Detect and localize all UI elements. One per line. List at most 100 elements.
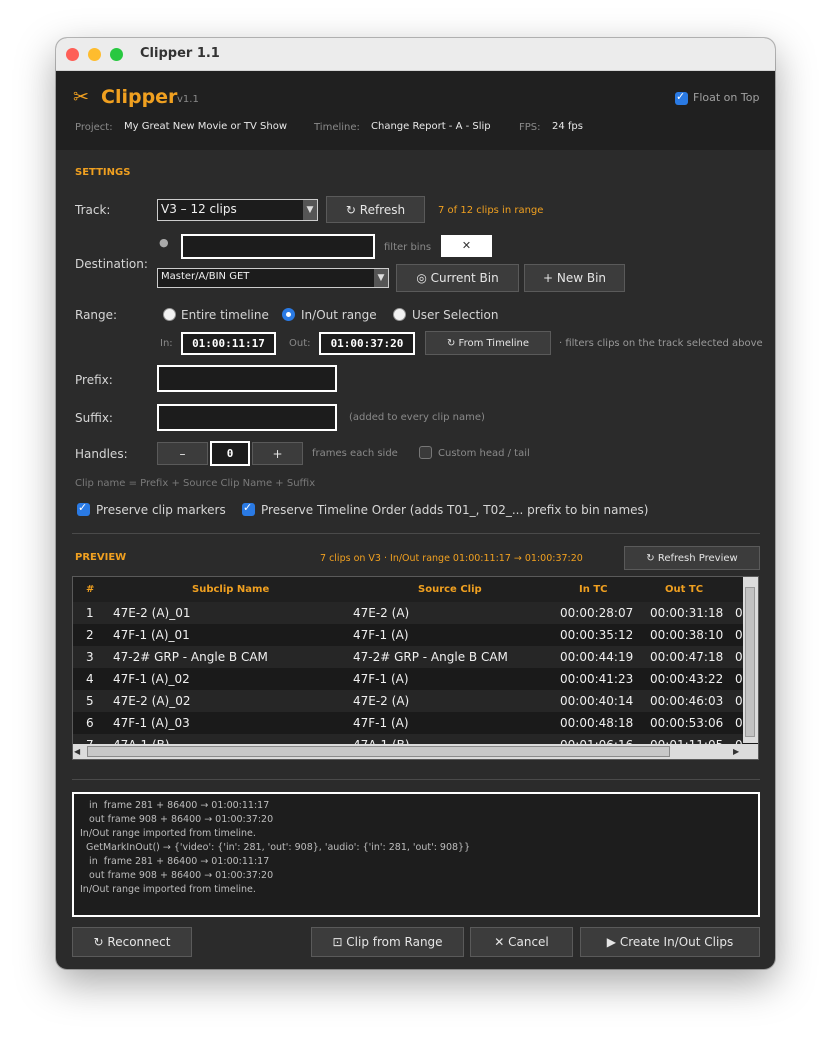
cell-subclip-name: 47F-1 (A)_02 bbox=[113, 672, 190, 686]
out-label: Out: bbox=[289, 338, 311, 349]
table-row[interactable]: 4 47F-1 (A)_02 47F-1 (A) 00:00:41:23 00:00:4… bbox=[73, 668, 743, 690]
create-inout-clips-button[interactable]: ▶ Create In/Out Clips bbox=[580, 927, 760, 957]
app-header: ✂ Clipper v1.1 Float on Top Project: My … bbox=[56, 71, 775, 150]
out-timecode-field[interactable]: 01:00:37:20 bbox=[319, 332, 415, 355]
preserve-markers-label: Preserve clip markers bbox=[96, 503, 226, 517]
column-header-out-tc[interactable]: Out TC bbox=[665, 577, 703, 602]
cell-in-tc: 00:00:48:18 bbox=[560, 716, 634, 730]
handles-value-field[interactable]: 0 bbox=[210, 441, 250, 466]
window-title: Clipper 1.1 bbox=[140, 46, 220, 61]
settings-section-title: SETTINGS bbox=[75, 167, 131, 178]
preview-summary: 7 clips on V3 · In/Out range 01:00:11:17… bbox=[320, 553, 583, 564]
preserve-order-checkbox[interactable] bbox=[242, 501, 255, 516]
column-header-in-tc[interactable]: In TC bbox=[579, 577, 607, 602]
cell-number: 2 bbox=[86, 628, 94, 642]
handles-hint: frames each side bbox=[312, 448, 398, 459]
timeline-value: Change Report - A - Slip bbox=[371, 121, 491, 132]
prefix-input[interactable] bbox=[157, 365, 337, 392]
cell-out-tc: 00:00:31:18 bbox=[650, 606, 724, 620]
handles-increment-button[interactable]: + bbox=[252, 442, 303, 465]
range-user-selection-radio[interactable] bbox=[393, 308, 406, 321]
cancel-button[interactable]: ✕ Cancel bbox=[470, 927, 573, 957]
cell-duration: 0 bbox=[735, 716, 743, 730]
column-header-source[interactable]: Source Clip bbox=[418, 577, 482, 602]
cell-out-tc: 00:00:43:22 bbox=[650, 672, 724, 686]
log-line: out frame 908 + 86400 → 01:00:37:20 bbox=[80, 814, 274, 825]
preserve-order-label: Preserve Timeline Order (adds T01_, T02_… bbox=[261, 503, 649, 517]
log-line: in frame 281 + 86400 → 01:00:11:17 bbox=[80, 800, 270, 811]
column-header-number[interactable]: # bbox=[86, 577, 94, 602]
close-window-button[interactable] bbox=[66, 48, 79, 61]
filter-bins-input[interactable] bbox=[181, 234, 375, 259]
custom-head-tail-checkbox[interactable] bbox=[419, 446, 432, 459]
zoom-window-button[interactable] bbox=[110, 48, 123, 61]
vertical-scroll-thumb[interactable] bbox=[745, 587, 755, 737]
cell-out-tc: 00:00:53:06 bbox=[650, 716, 724, 730]
preserve-markers-checkbox[interactable] bbox=[77, 501, 90, 516]
range-inout-radio[interactable] bbox=[282, 308, 295, 321]
clear-filter-button[interactable]: ✕ bbox=[441, 235, 492, 257]
log-line: In/Out range imported from timeline. bbox=[80, 884, 256, 895]
table-row[interactable]: 1 47E-2 (A)_01 47E-2 (A) 00:00:28:07 00:00:3… bbox=[73, 602, 743, 624]
reconnect-button[interactable]: ↻ Reconnect bbox=[72, 927, 192, 957]
refresh-preview-button[interactable]: ↻ Refresh Preview bbox=[624, 546, 760, 570]
log-line: GetMarkInOut() → {'video': {'in': 281, '… bbox=[80, 842, 471, 853]
in-timecode-field[interactable]: 01:00:11:17 bbox=[181, 332, 276, 355]
column-header-subclip[interactable]: Subclip Name bbox=[192, 577, 269, 602]
cell-subclip-name: 47E-2 (A)_01 bbox=[113, 606, 191, 620]
cell-number: 6 bbox=[86, 716, 94, 730]
clipper-window: Clipper 1.1 ✂ Clipper v1.1 Float on Top … bbox=[56, 38, 775, 969]
cell-duration: 0 bbox=[735, 650, 743, 664]
from-timeline-button[interactable]: ↻ From Timeline bbox=[425, 331, 551, 355]
project-value: My Great New Movie or TV Show bbox=[124, 121, 288, 132]
table-row[interactable]: 2 47F-1 (A)_01 47F-1 (A) 00:00:35:12 00:00:3… bbox=[73, 624, 743, 646]
cell-subclip-name: 47F-1 (A)_01 bbox=[113, 628, 190, 642]
preview-section-title: PREVIEW bbox=[75, 552, 127, 563]
cell-number: 4 bbox=[86, 672, 94, 686]
cell-duration: 0 bbox=[735, 606, 743, 620]
chevron-down-icon[interactable]: ▼ bbox=[303, 200, 317, 220]
new-bin-button[interactable]: + New Bin bbox=[524, 264, 625, 292]
in-label: In: bbox=[160, 338, 173, 349]
minimize-window-button[interactable] bbox=[88, 48, 101, 61]
cell-source-clip: 47E-2 (A) bbox=[353, 606, 410, 620]
handles-decrement-button[interactable]: – bbox=[157, 442, 208, 465]
clip-from-range-button[interactable]: ⊡ Clip from Range bbox=[311, 927, 464, 957]
cell-source-clip: 47E-2 (A) bbox=[353, 694, 410, 708]
bin-select[interactable]: Master/A/BIN GET bbox=[157, 268, 389, 288]
float-on-top-checkbox[interactable] bbox=[675, 90, 688, 105]
app-name: Clipper bbox=[101, 86, 178, 108]
range-inout-label: In/Out range bbox=[301, 308, 377, 322]
scissors-icon: ✂ bbox=[73, 86, 89, 108]
chevron-down-icon[interactable]: ▼ bbox=[374, 269, 388, 287]
cell-out-tc: 00:00:47:18 bbox=[650, 650, 724, 664]
track-select[interactable]: V3 – 12 clips bbox=[157, 199, 318, 221]
clips-in-range-status: 7 of 12 clips in range bbox=[438, 205, 544, 216]
range-entire-radio[interactable] bbox=[163, 308, 176, 321]
filter-bins-hint: filter bins bbox=[384, 242, 432, 253]
scroll-right-icon[interactable]: ▶ bbox=[733, 746, 743, 757]
cell-duration: 0 bbox=[735, 672, 743, 686]
refresh-button[interactable]: ↻ Refresh bbox=[326, 196, 425, 223]
table-row[interactable]: 3 47-2# GRP - Angle B CAM 47-2# GRP - Angl… bbox=[73, 646, 743, 668]
suffix-label: Suffix: bbox=[75, 411, 113, 425]
scroll-left-icon[interactable]: ◀ bbox=[74, 746, 84, 757]
title-bar: Clipper 1.1 bbox=[56, 38, 775, 71]
horizontal-scroll-thumb[interactable] bbox=[87, 746, 670, 757]
current-bin-button[interactable]: ◎ Current Bin bbox=[396, 264, 519, 292]
table-header: # Subclip Name Source Clip In TC Out TC bbox=[73, 577, 743, 602]
cell-in-tc: 00:00:35:12 bbox=[560, 628, 634, 642]
cell-duration: 0 bbox=[735, 694, 743, 708]
from-timeline-hint: · filters clips on the track selected ab… bbox=[559, 338, 763, 349]
vertical-scrollbar[interactable] bbox=[743, 577, 758, 743]
prefix-label: Prefix: bbox=[75, 373, 113, 387]
horizontal-scrollbar[interactable]: ◀ ▶ bbox=[73, 744, 758, 759]
section-divider bbox=[72, 533, 760, 534]
preview-table: # Subclip Name Source Clip In TC Out TC … bbox=[72, 576, 759, 760]
log-line: In/Out range imported from timeline. bbox=[80, 828, 256, 839]
custom-head-tail-label: Custom head / tail bbox=[438, 448, 530, 459]
suffix-input[interactable] bbox=[157, 404, 337, 431]
table-row[interactable]: 5 47E-2 (A)_02 47E-2 (A) 00:00:40:14 00:00:4… bbox=[73, 690, 743, 712]
cell-subclip-name: 47F-1 (A)_03 bbox=[113, 716, 190, 730]
table-row[interactable]: 6 47F-1 (A)_03 47F-1 (A) 00:00:48:18 00:00:5… bbox=[73, 712, 743, 734]
